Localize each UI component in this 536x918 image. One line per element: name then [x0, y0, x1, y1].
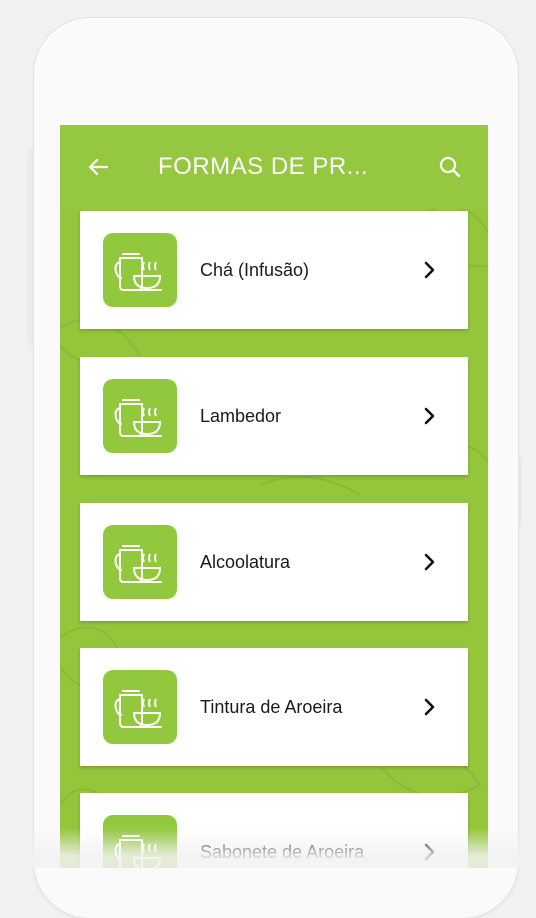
list-item[interactable]: Lambedor: [80, 357, 468, 475]
chevron-right-icon: [418, 258, 442, 282]
page-title: FORMAS DE PR...: [158, 153, 369, 180]
list-item-label: Tintura de Aroeira: [200, 697, 343, 717]
back-button[interactable]: [78, 147, 118, 187]
list-item[interactable]: Tintura de Aroeira: [80, 648, 468, 766]
chevron-right-icon: [418, 404, 442, 428]
teapot-cup-icon: [103, 379, 177, 453]
list-item-label: Alcoolatura: [200, 552, 291, 572]
teapot-cup-icon: [103, 670, 177, 744]
teapot-cup-icon: [103, 525, 177, 599]
list-item[interactable]: Sabonete de Aroeira: [80, 793, 468, 868]
app-bar: FORMAS DE PR...: [60, 125, 488, 209]
list-item[interactable]: Chá (Infusão): [80, 211, 468, 329]
teapot-cup-icon: [103, 233, 177, 307]
chevron-right-icon: [418, 550, 442, 574]
search-button[interactable]: [430, 147, 470, 187]
list-item[interactable]: Alcoolatura: [80, 503, 468, 621]
teapot-cup-icon: [103, 815, 177, 868]
chevron-right-icon: [418, 840, 442, 864]
search-icon: [439, 156, 461, 178]
arrow-left-icon: [88, 158, 109, 176]
list-item-label: Chá (Infusão): [200, 260, 310, 280]
chevron-right-icon: [418, 695, 442, 719]
list-item-label: Sabonete de Aroeira: [200, 842, 365, 862]
app-screen: FORMAS DE PR... Chá (Infusão) Lambedor A…: [60, 125, 488, 868]
list-item-label: Lambedor: [200, 406, 282, 426]
